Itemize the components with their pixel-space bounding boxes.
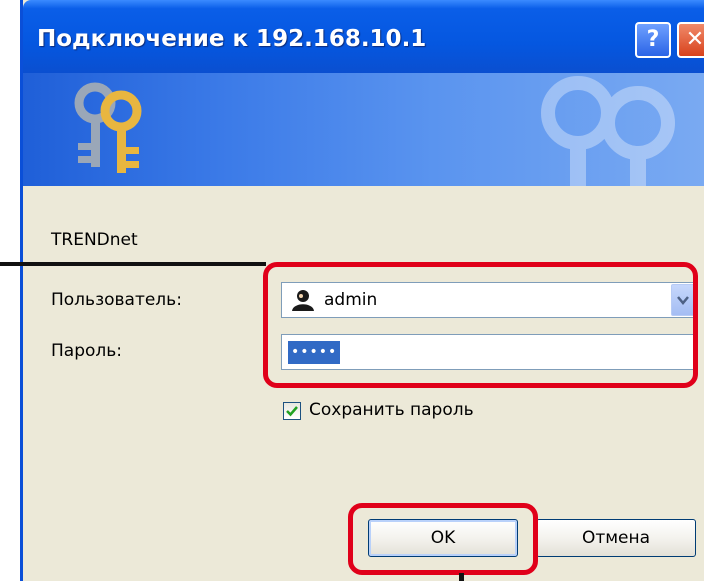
dialog-banner — [23, 73, 704, 186]
password-label: Пароль: — [51, 341, 123, 361]
title-bar[interactable]: Подключение к 192.168.10.1 ? ✕ — [23, 0, 704, 73]
window-title: Подключение к 192.168.10.1 — [37, 26, 427, 52]
checkmark-icon — [286, 406, 298, 417]
help-button[interactable]: ? — [635, 22, 671, 58]
site-name: TRENDnet — [51, 230, 138, 250]
cancel-button[interactable]: Отмена — [536, 519, 696, 557]
callout-line-fields — [0, 262, 266, 266]
user-label: Пользователь: — [51, 290, 182, 310]
ok-highlight — [348, 503, 538, 575]
credentials-highlight — [263, 262, 698, 388]
remember-checkbox[interactable] — [283, 402, 301, 420]
keys-watermark-icon — [541, 76, 675, 186]
remember-label: Сохранить пароль — [309, 400, 474, 420]
callout-line-ok — [459, 573, 464, 581]
keys-icon — [74, 82, 142, 173]
close-button[interactable]: ✕ — [677, 22, 704, 58]
